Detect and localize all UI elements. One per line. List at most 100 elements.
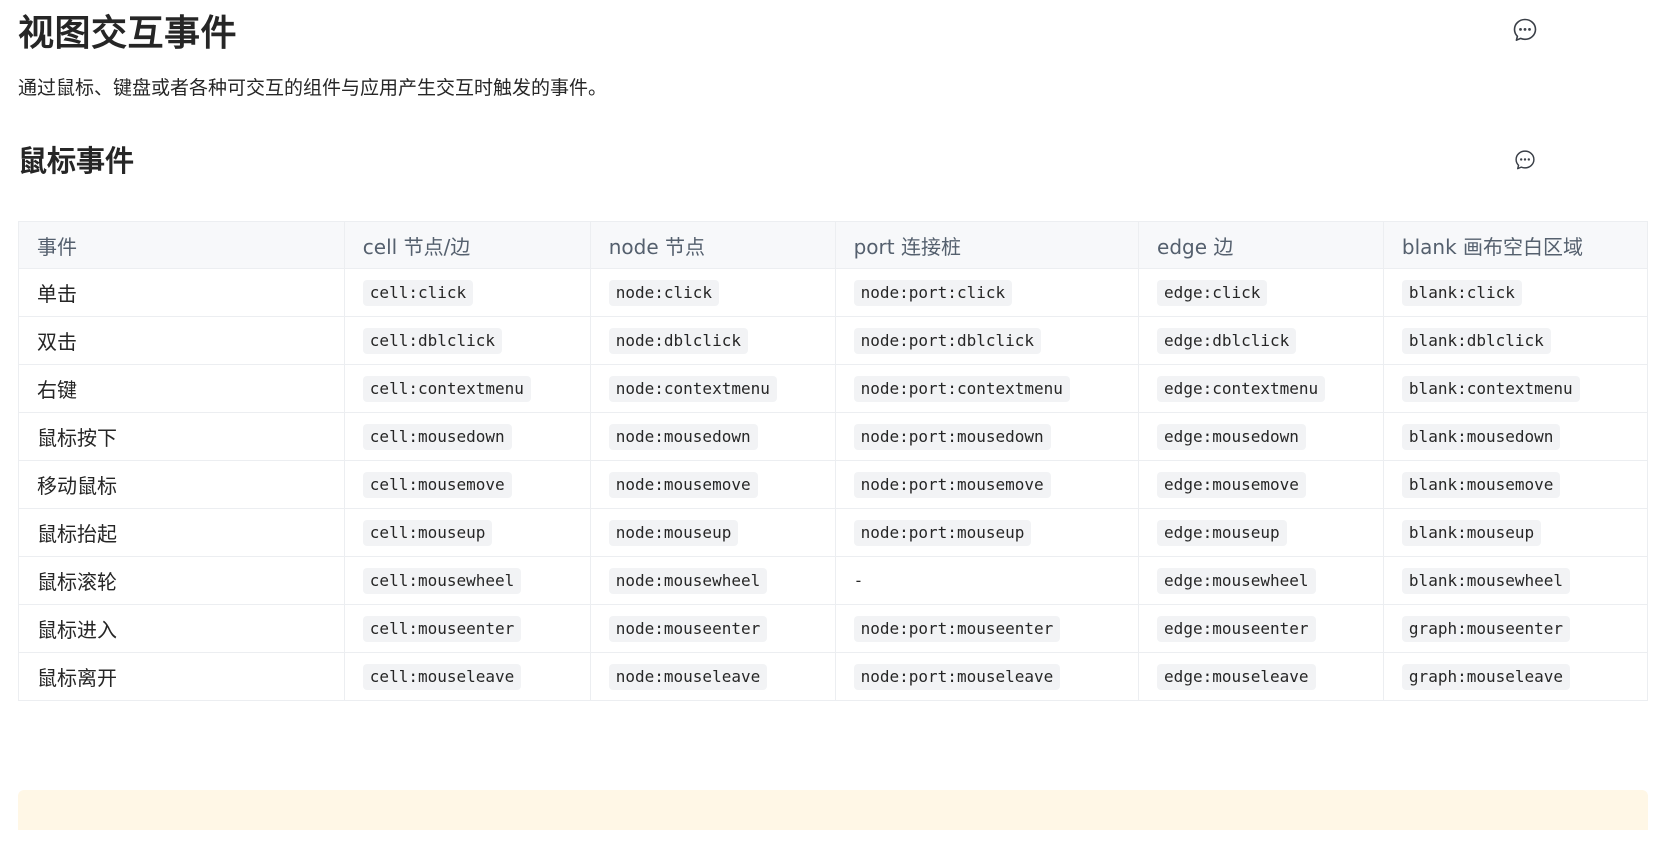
event-code: cell:mouseenter [362, 615, 522, 642]
table-row: 单击 cell:click node:click node:port:click… [18, 268, 1649, 317]
section-title: 鼠标事件 [18, 144, 135, 178]
table-cell: graph:mouseenter [1382, 604, 1649, 653]
table-cell: node:mouseleave [589, 652, 836, 701]
table-cell: graph:mouseleave [1382, 652, 1649, 701]
event-code: blank:click [1401, 279, 1522, 306]
table-row: 移动鼠标 cell:mousemove node:mousemove node:… [18, 460, 1649, 509]
event-code: edge:click [1157, 279, 1268, 306]
table-cell: node:mousewheel [589, 556, 836, 605]
event-code: node:port:mousedown [853, 423, 1051, 450]
table-cell: blank:mousemove [1382, 460, 1649, 509]
event-code: edge:mouseup [1157, 519, 1287, 546]
table-row: 右键 cell:contextmenu node:contextmenu nod… [18, 364, 1649, 413]
table-cell: cell:mousedown [343, 412, 591, 461]
table-cell: node:port:mousedown [834, 412, 1140, 461]
event-code: edge:mousemove [1157, 471, 1306, 498]
event-code: node:port:mouseup [853, 519, 1032, 546]
table-cell: cell:mouseup [343, 508, 591, 557]
table-cell: cell:click [343, 268, 591, 317]
event-code: node:mouseenter [608, 615, 768, 642]
event-code: node:port:click [853, 279, 1013, 306]
table-cell: cell:mousewheel [343, 556, 591, 605]
table-cell: node:port:mouseleave [834, 652, 1140, 701]
mouse-events-table: 事件 cell 节点/边 node 节点 port 连接桩 edge 边 bla… [18, 221, 1649, 701]
table-cell: node:mousemove [589, 460, 836, 509]
table-cell: edge:mouseleave [1138, 652, 1384, 701]
row-label: 鼠标滚轮 [18, 556, 345, 605]
event-code: node:mousewheel [608, 567, 768, 594]
table-cell: cell:mousemove [343, 460, 591, 509]
table-cell: blank:dblclick [1382, 316, 1649, 365]
table-cell: blank:mousedown [1382, 412, 1649, 461]
event-code: node:port:mouseleave [853, 663, 1061, 690]
event-code: edge:mousewheel [1157, 567, 1316, 594]
table-cell: blank:contextmenu [1382, 364, 1649, 413]
event-code: blank:mousedown [1401, 423, 1561, 450]
table-cell: blank:mousewheel [1382, 556, 1649, 605]
event-code: edge:contextmenu [1157, 375, 1326, 402]
event-code: cell:mouseup [362, 519, 493, 546]
event-code: node:mousemove [608, 471, 758, 498]
doc-page: 视图交互事件 通过鼠标、键盘或者各种可交互的组件与应用产生交互时触发的事件。 鼠… [0, 0, 1659, 847]
table-body: 单击 cell:click node:click node:port:click… [18, 268, 1649, 701]
event-code: blank:dblclick [1401, 327, 1551, 354]
table-cell: edge:contextmenu [1138, 364, 1384, 413]
header-edge: edge 边 [1138, 221, 1384, 269]
row-label: 右键 [18, 364, 345, 413]
event-code: node:mousedown [608, 423, 758, 450]
event-code: blank:mousemove [1401, 471, 1561, 498]
event-code: node:port:dblclick [853, 327, 1041, 354]
table-row: 鼠标进入 cell:mouseenter node:mouseenter nod… [18, 604, 1649, 653]
table-cell: node:mouseup [589, 508, 836, 557]
event-code: node:click [608, 279, 720, 306]
comment-bubble-icon[interactable] [1511, 16, 1539, 44]
header-blank: blank 画布空白区域 [1382, 221, 1649, 269]
table-cell: node:port:contextmenu [834, 364, 1140, 413]
event-code: node:contextmenu [608, 375, 777, 402]
event-code: edge:mouseenter [1157, 615, 1316, 642]
table-cell: node:contextmenu [589, 364, 836, 413]
table-cell: - [834, 556, 1140, 605]
header-event: 事件 [18, 221, 345, 269]
event-code: graph:mouseleave [1401, 663, 1571, 690]
table-cell: node:dblclick [589, 316, 836, 365]
table-cell: blank:click [1382, 268, 1649, 317]
table-cell: blank:mouseup [1382, 508, 1649, 557]
page-title: 视图交互事件 [18, 13, 238, 54]
event-code: blank:contextmenu [1401, 375, 1580, 402]
header-cell: cell 节点/边 [343, 221, 591, 269]
table-cell: edge:mouseup [1138, 508, 1384, 557]
row-label: 鼠标按下 [18, 412, 345, 461]
row-label: 双击 [18, 316, 345, 365]
event-code: node:mouseleave [608, 663, 768, 690]
table-cell: node:port:mousemove [834, 460, 1140, 509]
table-cell: cell:mouseenter [343, 604, 591, 653]
table-cell: node:port:mouseenter [834, 604, 1140, 653]
table-cell: edge:dblclick [1138, 316, 1384, 365]
table-row: 鼠标抬起 cell:mouseup node:mouseup node:port… [18, 508, 1649, 557]
event-code: blank:mouseup [1401, 519, 1542, 546]
event-code: cell:mousewheel [362, 567, 522, 594]
table-cell: cell:mouseleave [343, 652, 591, 701]
table-cell: node:port:mouseup [834, 508, 1140, 557]
event-code: graph:mouseenter [1401, 615, 1571, 642]
header-port: port 连接桩 [834, 221, 1140, 269]
event-code: edge:dblclick [1157, 327, 1297, 354]
table-cell: node:mouseenter [589, 604, 836, 653]
header-row: 事件 cell 节点/边 node 节点 port 连接桩 edge 边 bla… [18, 221, 1649, 269]
event-code: cell:contextmenu [362, 375, 531, 402]
tip-box [18, 790, 1648, 830]
table-cell: cell:contextmenu [343, 364, 591, 413]
table-cell: edge:click [1138, 268, 1384, 317]
table-cell: edge:mousemove [1138, 460, 1384, 509]
event-code: cell:mousemove [362, 471, 512, 498]
table-row: 鼠标滚轮 cell:mousewheel node:mousewheel - e… [18, 556, 1649, 605]
table-cell: cell:dblclick [343, 316, 591, 365]
table-header: 事件 cell 节点/边 node 节点 port 连接桩 edge 边 bla… [18, 221, 1649, 269]
table-row: 双击 cell:dblclick node:dblclick node:port… [18, 316, 1649, 365]
table-cell: node:port:dblclick [834, 316, 1140, 365]
comment-bubble-icon[interactable] [1513, 148, 1537, 172]
row-label: 鼠标离开 [18, 652, 345, 701]
table-cell: node:port:click [834, 268, 1140, 317]
event-code: node:dblclick [608, 327, 748, 354]
